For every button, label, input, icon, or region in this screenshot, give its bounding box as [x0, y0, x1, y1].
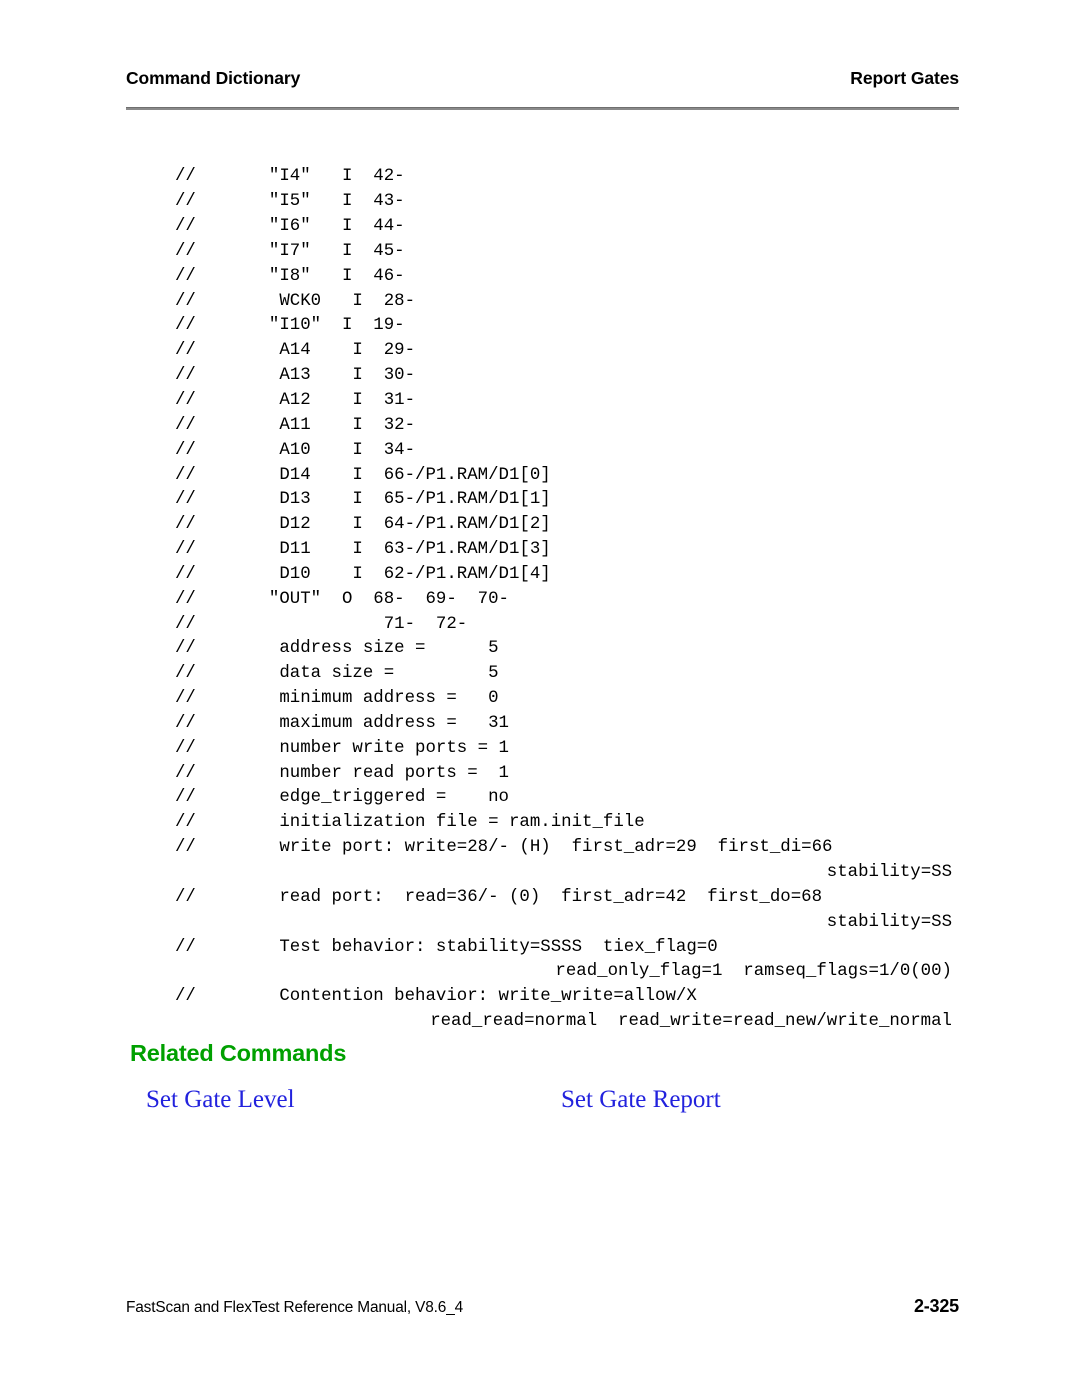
link-set-gate-level[interactable]: Set Gate Level [146, 1086, 561, 1114]
page-header: Command Dictionary Report Gates [126, 68, 959, 89]
code-line: // "I5" I 43- [175, 192, 405, 212]
code-line: // edge_triggered = no [175, 788, 509, 808]
footer-manual-title: FastScan and FlexTest Reference Manual, … [126, 1299, 464, 1316]
code-line: // D11 I 63-/P1.RAM/D1[3] [175, 540, 551, 560]
code-line: // Contention behavior: write_write=allo… [175, 987, 697, 1007]
code-line: read_read=normal read_write=read_new/wri… [430, 1012, 952, 1032]
code-line: read_only_flag=1 ramseq_flags=1/0(00) [555, 962, 952, 982]
code-line: // D13 I 65-/P1.RAM/D1[1] [175, 490, 551, 510]
code-line: // "OUT" O 68- 69- 70- [175, 589, 509, 609]
code-line: // initialization file = ram.init_file [175, 813, 645, 833]
code-line: // WCK0 I 28- [175, 291, 416, 311]
code-line: // D14 I 66-/P1.RAM/D1[0] [175, 465, 551, 485]
code-line: stability=SS [826, 863, 952, 883]
code-line: // write port: write=28/- (H) first_adr=… [175, 838, 833, 858]
code-listing: // "I4" I 42- // "I5" I 43- // "I6" I 44- /… [175, 165, 965, 1035]
code-line: // maximum address = 31 [175, 713, 509, 733]
code-line: // "I4" I 42- [175, 167, 405, 187]
code-line: // D10 I 62-/P1.RAM/D1[4] [175, 564, 551, 584]
related-commands-links: Set Gate Level Set Gate Report [146, 1086, 766, 1114]
link-row: Set Gate Level Set Gate Report [146, 1086, 766, 1114]
code-line: // data size = 5 [175, 664, 499, 684]
header-left-title: Command Dictionary [126, 68, 301, 88]
code-line: // "I8" I 46- [175, 266, 405, 286]
code-line: // A10 I 34- [175, 440, 416, 460]
code-line: // D12 I 64-/P1.RAM/D1[2] [175, 515, 551, 535]
related-commands-heading: Related Commands [130, 1040, 347, 1066]
code-line: // "I7" I 45- [175, 241, 405, 261]
header-divider-rule [126, 107, 959, 110]
code-line: // "I6" I 44- [175, 217, 405, 237]
code-line: // Test behavior: stability=SSSS tiex_fl… [175, 937, 718, 957]
code-line: // minimum address = 0 [175, 689, 499, 709]
footer-page-number: 2-325 [913, 1296, 959, 1316]
code-line: // A12 I 31- [175, 390, 416, 410]
document-page: Command Dictionary Report Gates // "I4" … [0, 0, 1080, 1397]
code-line: // address size = 5 [175, 639, 499, 659]
header-right-title: Report Gates [850, 68, 959, 88]
page-footer: FastScan and FlexTest Reference Manual, … [126, 1296, 959, 1317]
code-line: // A14 I 29- [175, 341, 416, 361]
code-line: stability=SS [826, 912, 952, 932]
code-line: // "I10" I 19- [175, 316, 405, 336]
code-line: // read port: read=36/- (0) first_adr=42… [175, 887, 823, 907]
code-line: // number write ports = 1 [175, 738, 509, 758]
code-line: // number read ports = 1 [175, 763, 509, 783]
code-line: // 71- 72- [175, 614, 468, 634]
link-set-gate-report[interactable]: Set Gate Report [561, 1086, 721, 1114]
code-line: // A11 I 32- [175, 415, 416, 435]
code-line: // A13 I 30- [175, 366, 416, 386]
